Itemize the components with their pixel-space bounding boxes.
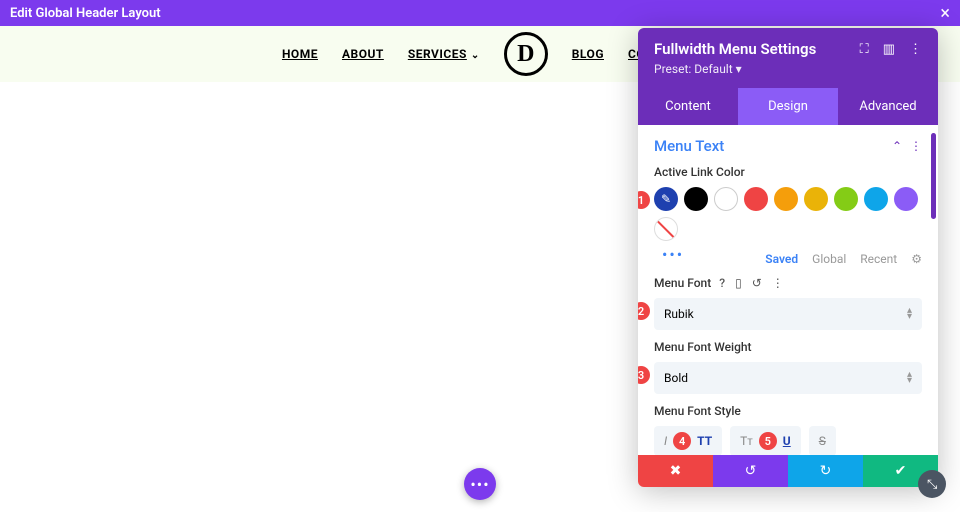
swatch-orange[interactable] (774, 187, 798, 211)
font-select-value: Rubik (664, 307, 694, 321)
section-title: Menu Text (654, 137, 724, 155)
topbar: Edit Global Header Layout × (0, 0, 960, 26)
badge-1: 1 (638, 191, 650, 209)
badge-2: 2 (638, 302, 650, 320)
swatch-black[interactable] (684, 187, 708, 211)
nav-blog[interactable]: BLOG (572, 47, 604, 61)
weight-select[interactable]: Bold ▴▾ (654, 362, 922, 394)
close-icon[interactable]: × (940, 3, 950, 24)
settings-panel: Fullwidth Menu Settings ⛶ ▥ ⋮ Preset: De… (638, 28, 938, 487)
topbar-title: Edit Global Header Layout (10, 6, 161, 21)
chevron-updown-icon: ▴▾ (907, 308, 912, 320)
nav-left: HOME ABOUT SERVICES (282, 47, 480, 61)
label-font-weight: Menu Font Weight (654, 340, 922, 354)
font-select[interactable]: Rubik ▴▾ (654, 298, 922, 330)
smallcaps-icon[interactable]: Tᴛ (740, 434, 753, 448)
underline-icon[interactable]: U (783, 434, 791, 448)
swatch-green[interactable] (834, 187, 858, 211)
italic-icon[interactable]: I (664, 434, 667, 448)
font-style-buttons: I 4 TT Tᴛ 5 U S (654, 426, 922, 455)
label-active-link-color: Active Link Color (654, 165, 922, 179)
menu-dots-icon[interactable]: ⋮ (909, 42, 922, 57)
swatch-blue[interactable] (864, 187, 888, 211)
scrollbar[interactable] (931, 133, 936, 219)
tab-advanced[interactable]: Advanced (838, 88, 938, 125)
mobile-icon[interactable]: ▯ (735, 276, 742, 290)
panel-tabs: Content Design Advanced (638, 88, 938, 125)
tab-design[interactable]: Design (738, 88, 838, 125)
tab-recent[interactable]: Recent (860, 252, 897, 266)
gear-icon[interactable]: ⚙ (911, 252, 922, 266)
label-menu-font: Menu Font ? ▯ ↺ ⋮ (654, 276, 922, 290)
focus-icon[interactable]: ⛶ (860, 42, 869, 57)
logo[interactable]: D (504, 32, 548, 76)
label-menu-font-text: Menu Font (654, 276, 711, 290)
nav-home[interactable]: HOME (282, 47, 318, 61)
weight-select-value: Bold (664, 371, 688, 385)
swatch-purple[interactable] (894, 187, 918, 211)
label-font-style: Menu Font Style (654, 404, 922, 418)
chevron-up-icon[interactable]: ⌃ (892, 139, 902, 153)
nav-services[interactable]: SERVICES (408, 47, 480, 61)
swatch-red[interactable] (744, 187, 768, 211)
drag-icon[interactable]: ▥ (883, 42, 895, 57)
tab-global[interactable]: Global (812, 252, 846, 266)
page-fab[interactable]: ••• (464, 468, 496, 500)
undo-icon[interactable]: ↺ (752, 276, 762, 290)
tab-content[interactable]: Content (638, 88, 738, 125)
uppercase-icon[interactable]: TT (697, 434, 712, 448)
swatch-yellow[interactable] (804, 187, 828, 211)
vdots-icon[interactable]: ⋮ (772, 276, 784, 290)
swatch-white[interactable] (714, 187, 738, 211)
panel-header: Fullwidth Menu Settings ⛶ ▥ ⋮ Preset: De… (638, 28, 938, 88)
style-group-2[interactable]: Tᴛ 5 U (730, 426, 801, 455)
preset-label[interactable]: Preset: Default ▾ (654, 62, 922, 76)
section-dots-icon[interactable]: ⋮ (910, 139, 922, 153)
badge-3: 3 (638, 366, 650, 384)
undo-button[interactable]: ↺ (713, 455, 788, 487)
strikethrough-icon[interactable]: S (819, 434, 826, 448)
color-tabs: Saved Global Recent ⚙ (654, 252, 922, 266)
panel-title: Fullwidth Menu Settings (654, 40, 816, 58)
panel-body: Menu Text ⌃⋮ Active Link Color 1 ✎ ••• S… (638, 125, 938, 455)
nav-about[interactable]: ABOUT (342, 47, 384, 61)
swatch-none[interactable] (654, 217, 678, 241)
tab-saved[interactable]: Saved (765, 252, 798, 266)
color-picker-icon[interactable]: ✎ (654, 187, 678, 211)
color-swatches: ✎ (654, 187, 922, 241)
help-icon[interactable]: ? (719, 276, 725, 290)
badge-5: 5 (759, 432, 777, 450)
badge-4: 4 (673, 432, 691, 450)
section-header[interactable]: Menu Text ⌃ ⋮ (654, 137, 922, 155)
redo-button[interactable]: ↻ (788, 455, 863, 487)
panel-footer-buttons: ✖ ↺ ↻ ✔ (638, 455, 938, 487)
style-group-3[interactable]: S (809, 426, 836, 455)
chevron-updown-icon-2: ▴▾ (907, 372, 912, 384)
expand-fab[interactable]: ⤢ (918, 470, 946, 498)
cancel-button[interactable]: ✖ (638, 455, 713, 487)
style-group-1[interactable]: I 4 TT (654, 426, 722, 455)
